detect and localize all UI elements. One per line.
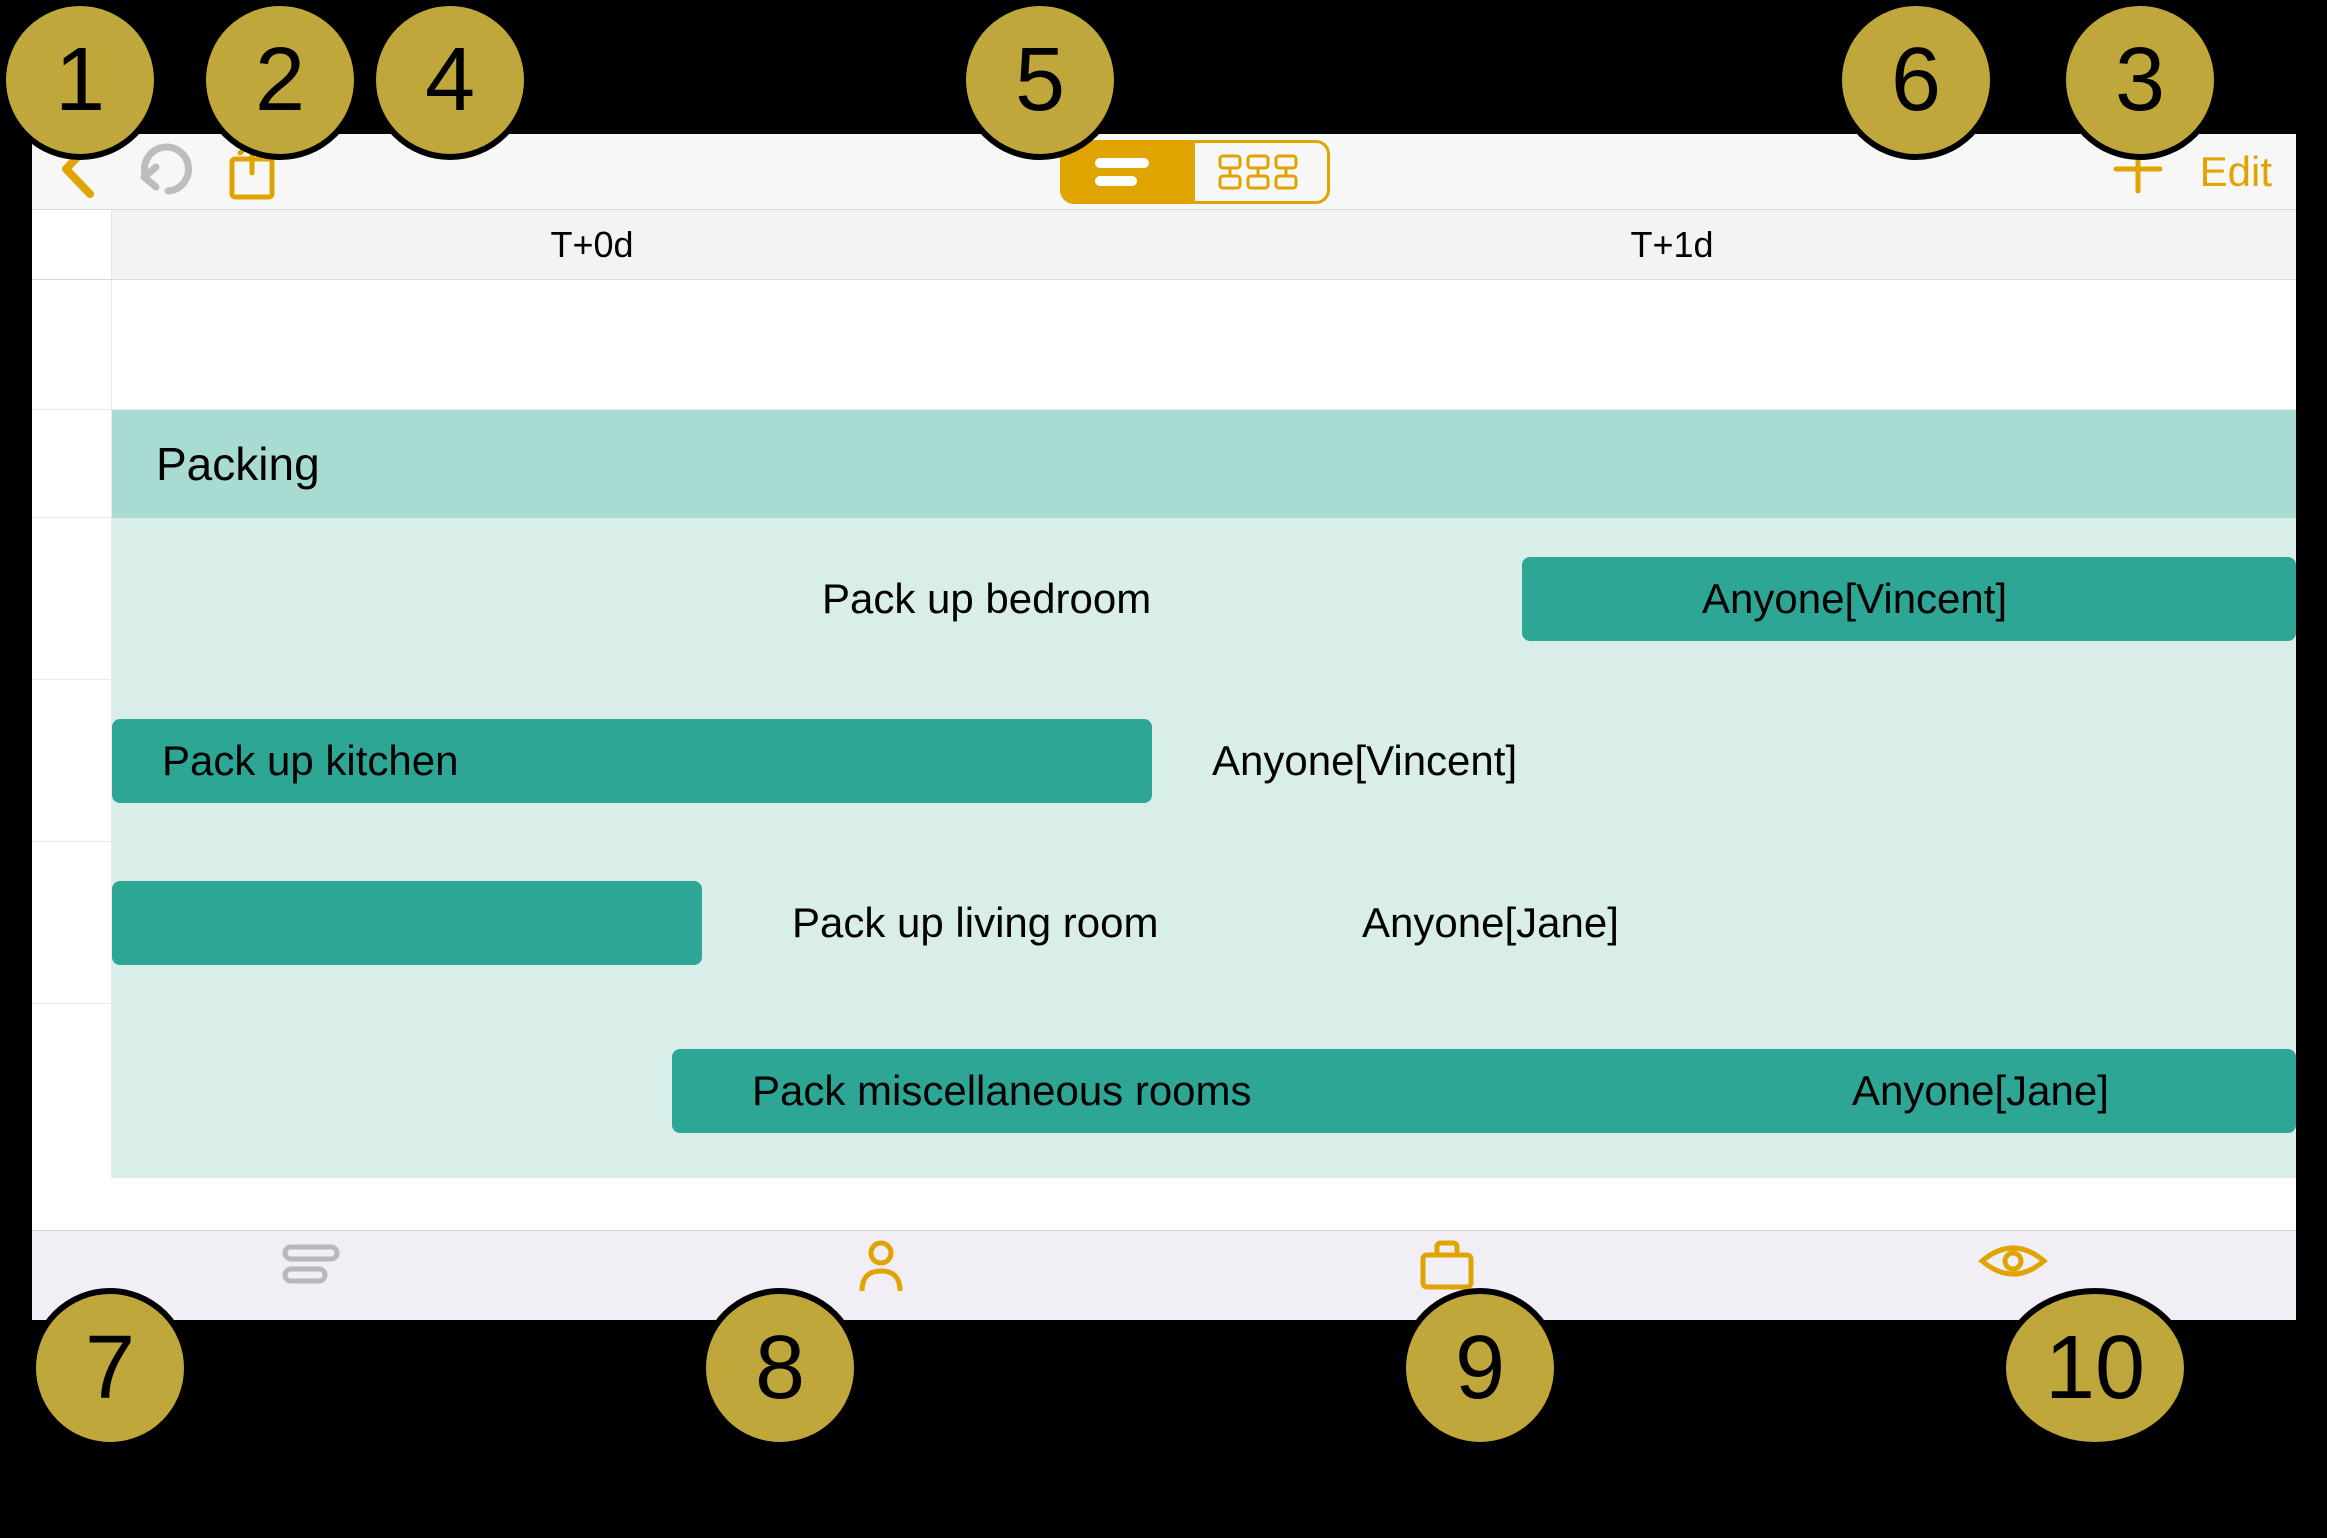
task-bar-living-room[interactable] xyxy=(112,881,702,965)
callout-8: 8 xyxy=(700,1288,860,1448)
task-row[interactable]: Pack up bedroom Anyone[Vincent] xyxy=(32,518,2296,680)
group-row[interactable]: Packing xyxy=(32,410,2296,518)
task-assignee: Anyone[Jane] xyxy=(1362,899,1619,947)
task-assignee: Anyone[Vincent] xyxy=(1702,575,2007,623)
view-mode-switch[interactable] xyxy=(1060,140,1330,204)
edit-button[interactable]: Edit xyxy=(2200,148,2272,196)
app-window: Edit T+0d T+1d Packing xyxy=(32,134,2296,1320)
callout-5: 5 xyxy=(960,0,1120,160)
view-mode-grid[interactable] xyxy=(1195,143,1327,201)
callout-9: 9 xyxy=(1400,1288,1560,1448)
timeline-col-label: T+0d xyxy=(550,224,633,266)
callout-4: 4 xyxy=(370,0,530,160)
timeline-header: T+0d T+1d xyxy=(32,210,2296,280)
undo-button[interactable] xyxy=(128,141,198,202)
task-name: Pack up bedroom xyxy=(822,575,1151,623)
tab-people[interactable] xyxy=(598,1231,1164,1320)
callout-10: 10 xyxy=(2000,1288,2190,1448)
group-bar-packing[interactable]: Packing xyxy=(112,410,2296,518)
timeline-gutter xyxy=(32,210,112,279)
task-row[interactable]: Pack miscellaneous rooms Anyone[Jane] xyxy=(32,1004,2296,1178)
callout-1: 1 xyxy=(0,0,160,160)
task-assignee: Anyone[Jane] xyxy=(1852,1067,2109,1115)
gantt-content[interactable]: Packing Pack up bedroom Anyone[Vincent] … xyxy=(32,280,2296,1230)
eye-icon xyxy=(1978,1239,2048,1283)
view-mode-list[interactable] xyxy=(1063,143,1195,201)
person-icon xyxy=(856,1239,906,1295)
bottom-toolbar xyxy=(32,1230,2296,1320)
task-assignee: Anyone[Vincent] xyxy=(1212,737,1517,785)
spacer-row xyxy=(32,280,2296,410)
group-title: Packing xyxy=(156,437,320,491)
task-name: Pack miscellaneous rooms xyxy=(752,1067,1252,1115)
callout-7: 7 xyxy=(30,1288,190,1448)
task-name: Pack up kitchen xyxy=(162,737,459,785)
callout-2: 2 xyxy=(200,0,360,160)
callout-6: 6 xyxy=(1836,0,1996,160)
timeline-col-label: T+1d xyxy=(1630,224,1713,266)
task-name: Pack up living room xyxy=(792,899,1159,947)
briefcase-icon xyxy=(1417,1239,1477,1291)
task-row[interactable]: Pack up living room Anyone[Jane] xyxy=(32,842,2296,1004)
tab-view[interactable] xyxy=(1730,1231,2296,1320)
list-icon xyxy=(279,1239,351,1289)
task-row[interactable]: Pack up kitchen Anyone[Vincent] xyxy=(32,680,2296,842)
callout-3: 3 xyxy=(2060,0,2220,160)
